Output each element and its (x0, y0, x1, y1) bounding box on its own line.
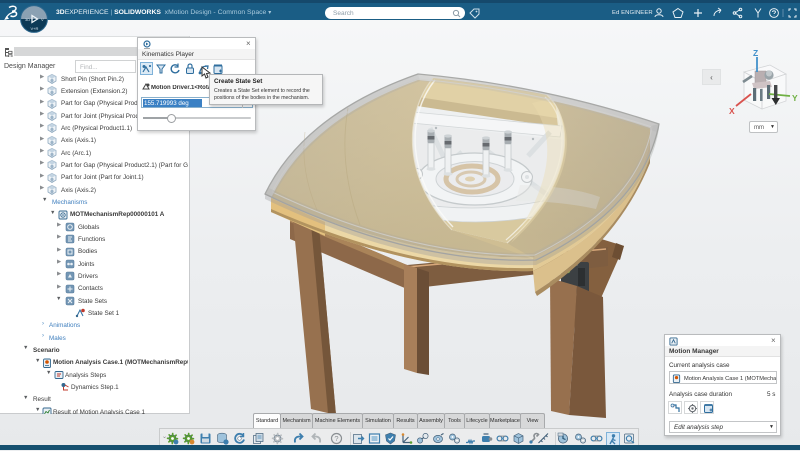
svg-text:V: V (41, 17, 44, 22)
svg-text:Z: Z (753, 48, 758, 58)
svg-text:X: X (729, 106, 735, 116)
svg-text:Y: Y (792, 93, 798, 103)
svg-text:?: ? (334, 434, 338, 443)
svg-text:3D: 3D (25, 17, 30, 22)
svg-text:V+R: V+R (31, 26, 39, 31)
